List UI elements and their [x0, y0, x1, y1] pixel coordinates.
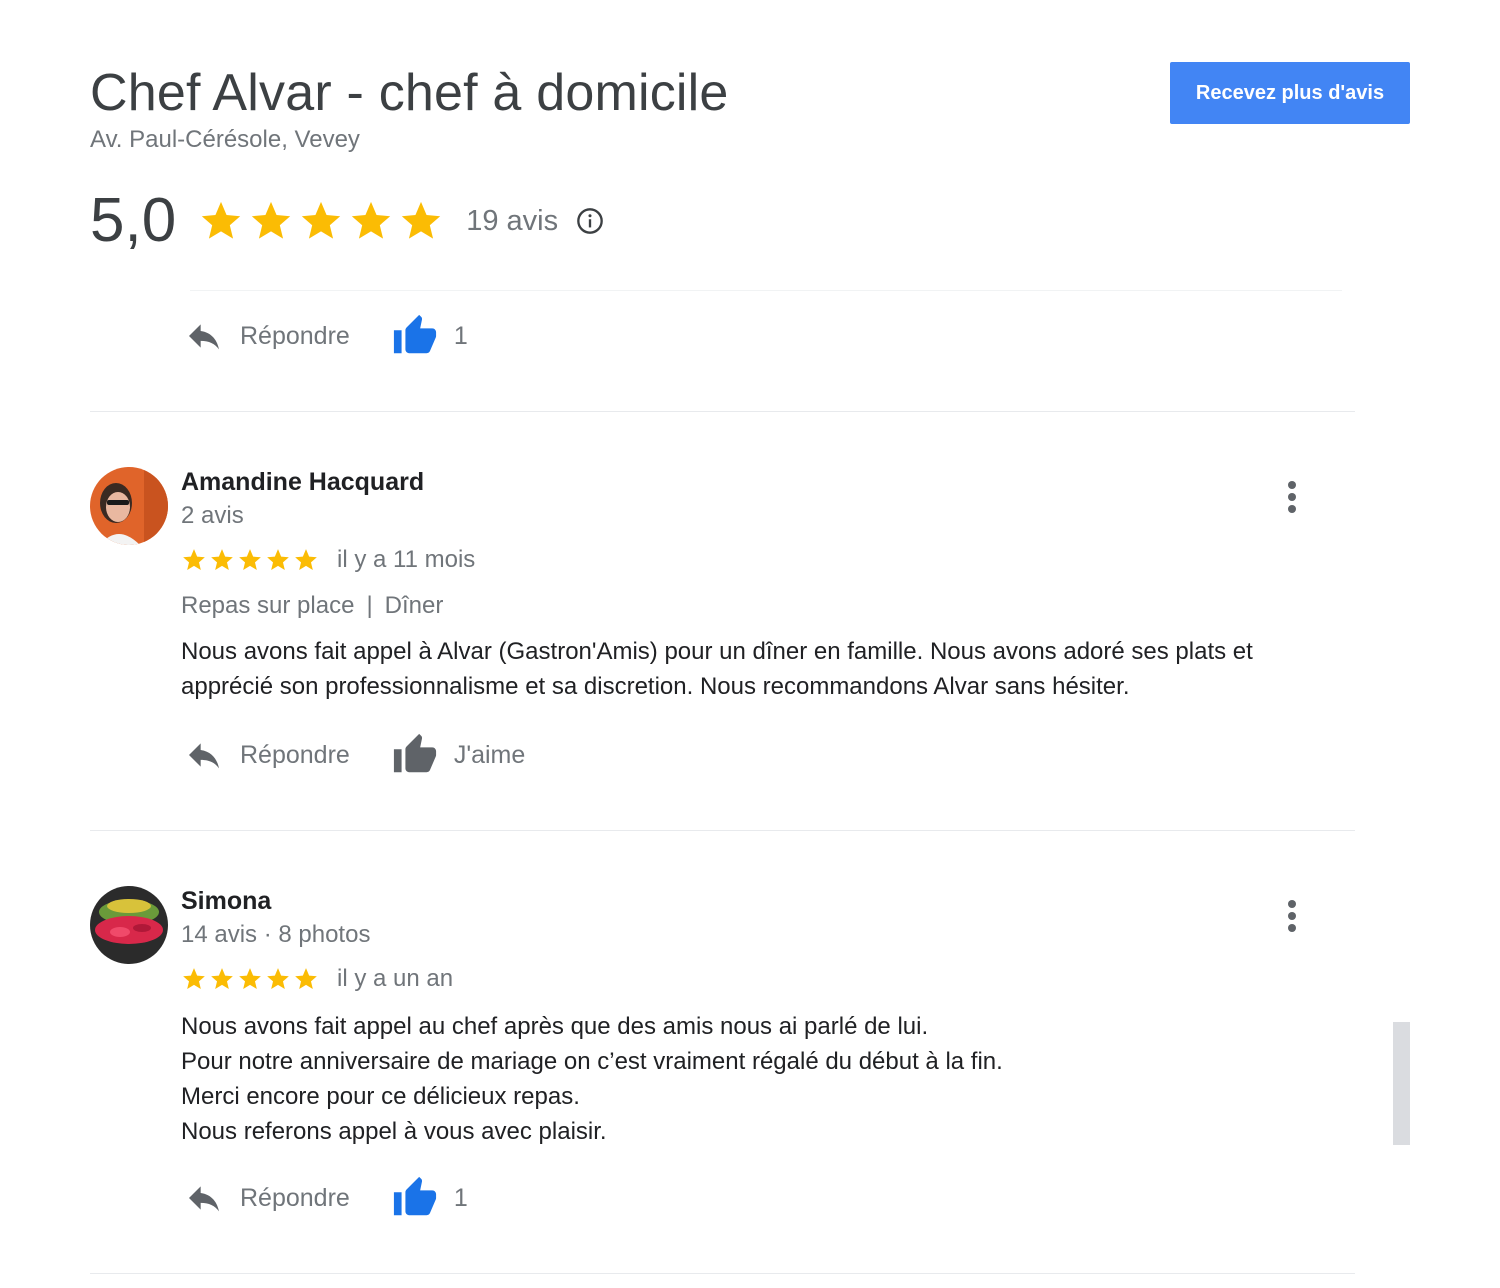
review-text: Nous avons fait appel à Alvar (Gastron'A…	[181, 634, 1331, 704]
reviewer-meta: 2 avis	[181, 502, 244, 529]
reviewer-name[interactable]: Amandine Hacquard	[181, 467, 1331, 497]
star-icon	[267, 968, 289, 989]
more-options-button[interactable]	[1280, 477, 1304, 517]
review-time: il y a 11 mois	[337, 546, 476, 573]
review-text-line: Nous referons appel à vous avec plaisir.	[181, 1118, 607, 1145]
reply-button[interactable]: Répondre	[184, 1178, 350, 1218]
like-count: 1	[453, 321, 468, 350]
star-icon	[211, 968, 233, 989]
more-vert-dot	[1288, 493, 1296, 501]
divider	[90, 830, 1355, 831]
reviewer-meta: 14 avis · 8 photos	[181, 921, 371, 948]
thumbs-up-icon	[393, 1176, 436, 1216]
star-icon	[239, 549, 261, 570]
more-options-button[interactable]	[1280, 896, 1304, 936]
avatar[interactable]	[90, 886, 168, 964]
star-icon	[252, 201, 291, 239]
review-count: 19 avis	[466, 204, 559, 237]
get-more-reviews-button[interactable]: Recevez plus d'avis	[1170, 62, 1410, 124]
review-text-line: apprécié son professionnalisme et sa dis…	[181, 673, 1130, 700]
reply-icon	[189, 743, 219, 769]
star-icon	[239, 968, 261, 989]
review-stars	[181, 547, 319, 573]
reviewer-name[interactable]: Simona	[181, 886, 1331, 916]
summary-stars	[198, 198, 444, 244]
star-icon	[267, 549, 289, 570]
review-rating-row: il y a 11 mois	[181, 546, 1331, 574]
more-vert-dot	[1288, 505, 1296, 513]
reply-icon	[189, 1186, 219, 1212]
review-actions: Répondre 1	[184, 1175, 468, 1221]
thumbs-up-icon	[393, 733, 436, 773]
review-text: Nous avons fait appel au chef après que …	[181, 1009, 1331, 1149]
reply-label: Répondre	[240, 740, 350, 769]
star-icon	[183, 968, 205, 989]
like-button[interactable]: J'aime	[392, 732, 525, 778]
reply-button[interactable]: Répondre	[184, 735, 350, 775]
star-icon	[295, 549, 317, 570]
review-rating-row: il y a un an	[181, 965, 1331, 993]
star-icon	[183, 549, 205, 570]
star-icon	[211, 549, 233, 570]
review-time: il y a un an	[337, 965, 454, 992]
star-icon	[302, 201, 341, 239]
reply-label: Répondre	[240, 1183, 350, 1212]
review-actions: Répondre J'aime	[184, 732, 525, 778]
more-vert-icon	[1288, 900, 1296, 908]
reply-label: Répondre	[240, 321, 350, 350]
reply-icon	[189, 324, 219, 350]
like-button[interactable]: 1	[392, 1175, 468, 1221]
more-vert-dot	[1288, 912, 1296, 920]
divider	[90, 1273, 1355, 1274]
like-label: J'aime	[453, 740, 526, 769]
review-body: Simona 14 avis · 8 photos il y a un an N…	[181, 886, 1331, 1149]
star-icon	[402, 201, 441, 239]
review-text-line: Nous avons fait appel au chef après que …	[181, 1013, 929, 1040]
star-icon	[352, 201, 391, 239]
tag-separator: |	[366, 592, 373, 619]
divider	[90, 411, 1355, 412]
star-icon	[202, 201, 241, 239]
place-address: Av. Paul-Cérésole, Vevey	[90, 126, 360, 153]
place-header: Chef Alvar - chef à domicile Av. Paul-Cé…	[90, 62, 729, 154]
more-vert-dot	[1288, 924, 1296, 932]
thumbs-up-icon	[393, 314, 436, 354]
avatar[interactable]	[90, 467, 168, 545]
divider	[190, 290, 1342, 291]
like-button[interactable]: 1	[392, 313, 468, 359]
average-score: 5,0	[90, 186, 177, 255]
reply-button[interactable]: Répondre	[184, 316, 350, 356]
star-icon	[295, 968, 317, 989]
review-body: Amandine Hacquard 2 avis il y a 11 mois …	[181, 467, 1331, 704]
more-vert-icon	[1288, 481, 1296, 489]
rating-summary: 5,0 19 avis	[90, 186, 604, 256]
review-tag: Repas sur place	[181, 592, 355, 619]
review-tags: Repas sur place | Dîner	[181, 592, 1331, 620]
review-stars	[181, 966, 319, 992]
like-count: 1	[453, 1183, 468, 1212]
info-icon[interactable]	[576, 207, 604, 235]
scrollbar-thumb[interactable]	[1393, 1022, 1410, 1145]
review-text-line: Merci encore pour ce délicieux repas.	[181, 1083, 580, 1110]
place-title: Chef Alvar - chef à domicile	[90, 64, 729, 122]
review-tag: Dîner	[384, 592, 444, 619]
review-actions: Répondre 1	[184, 313, 468, 359]
review-text-line: Pour notre anniversaire de mariage on c’…	[181, 1048, 1003, 1075]
review-text-line: Nous avons fait appel à Alvar (Gastron'A…	[181, 638, 1253, 665]
